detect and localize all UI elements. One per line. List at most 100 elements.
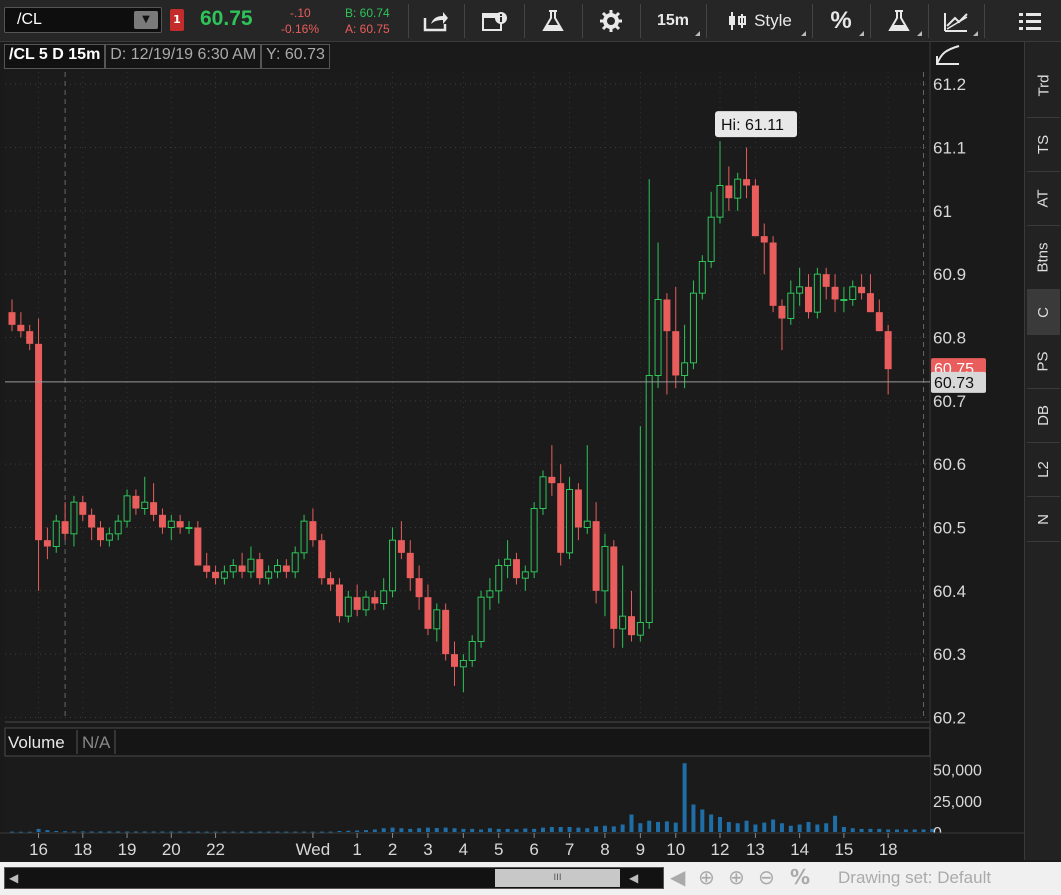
volume-bar [868, 828, 873, 832]
percent-zoom-icon[interactable]: % [790, 865, 810, 889]
style-button[interactable]: Style [710, 4, 808, 38]
candle-body [769, 242, 777, 306]
drawing-set-label[interactable]: Drawing set: Default [838, 868, 991, 888]
symbol-input[interactable]: /CL ▼ [4, 7, 162, 33]
crosshair-zoom-icon[interactable]: ⊕ [698, 865, 715, 889]
info-button[interactable] [470, 4, 520, 38]
volume-bar [576, 827, 581, 832]
side-tab-c[interactable]: C [1027, 290, 1060, 335]
side-tab-l2[interactable]: L2 [1027, 443, 1060, 497]
candle-body [318, 540, 326, 579]
candle [291, 546, 299, 579]
price-tick-label: 60.2 [933, 709, 966, 728]
price-tick-label: 60.9 [933, 265, 966, 284]
candle [97, 521, 104, 547]
scroll-left-icon[interactable]: ◀ [9, 871, 18, 885]
volume-bar [532, 828, 537, 832]
candle [875, 299, 883, 332]
side-tab-btns[interactable]: Btns [1027, 226, 1060, 290]
volume-bar [496, 828, 501, 832]
zoom-in-icon[interactable]: ⊕ [728, 865, 745, 889]
candle-body [26, 331, 34, 344]
candle-body [628, 616, 635, 636]
side-tab-at[interactable]: AT [1027, 172, 1060, 226]
side-tab-n[interactable]: N [1027, 497, 1060, 542]
price-tick-label: 60.5 [933, 519, 966, 538]
candle-body [840, 299, 848, 301]
price-axis-background [930, 42, 1024, 832]
studies-button[interactable] [528, 4, 578, 38]
side-tab-label: N [1035, 513, 1052, 525]
menu-button[interactable] [1010, 4, 1050, 38]
price-tick-label: 61 [933, 202, 952, 221]
candle-body [194, 527, 202, 566]
candle [79, 495, 87, 522]
side-tab-label: L2 [1035, 461, 1052, 478]
candle [592, 502, 600, 604]
candle-body [495, 565, 503, 592]
draw-line-icon-path [936, 45, 960, 65]
price-tick-label: 60.7 [933, 392, 966, 411]
net-change: -.10 [290, 6, 311, 20]
candle-body [415, 578, 423, 598]
volume-bar [417, 828, 422, 832]
volume-bar [762, 822, 767, 832]
timeframe-button[interactable]: 15m [644, 4, 702, 38]
candle [17, 312, 25, 338]
volume-bar [443, 827, 448, 832]
volume-bar [257, 831, 262, 833]
candle-body [35, 343, 43, 541]
candle [681, 324, 689, 389]
volume-value: N/A [82, 733, 111, 752]
candle-body [353, 597, 361, 610]
price-chart[interactable]: Hi: 61.11 61.261.16160.960.860.760.660.5… [0, 0, 1024, 862]
drawings-button[interactable] [932, 4, 980, 38]
time-axis-background [0, 833, 1024, 862]
gear-icon [600, 10, 622, 32]
volume-bar [771, 819, 776, 832]
candle-body [229, 565, 237, 573]
expand-icon[interactable]: ◀ [670, 865, 685, 889]
alert-badge[interactable]: 1 [170, 9, 184, 31]
candle-body [716, 185, 724, 218]
scroll-right-icon[interactable]: ◀ [629, 871, 638, 885]
volume-bar [797, 824, 802, 832]
candle [220, 565, 228, 585]
side-tab-ps[interactable]: PS [1027, 335, 1060, 389]
candle-body [654, 299, 662, 376]
side-tab-ts[interactable]: TS [1027, 118, 1060, 172]
candle-body [442, 609, 450, 655]
volume-bar [310, 831, 315, 833]
share-button[interactable] [412, 4, 460, 38]
candle [495, 559, 503, 604]
volume-bar [611, 826, 616, 832]
candle [371, 590, 379, 610]
price-tick-label: 60.8 [933, 329, 966, 348]
candle-body [362, 596, 370, 611]
candle [858, 274, 866, 300]
flask-icon [542, 10, 564, 31]
scroll-thumb[interactable]: III [495, 869, 620, 887]
chevron-down-icon[interactable]: ▼ [134, 11, 158, 29]
zoom-out-icon[interactable]: ⊖ [758, 865, 775, 889]
candle-body [734, 178, 742, 199]
side-tab-db[interactable]: DB [1027, 389, 1060, 443]
candle [8, 299, 16, 332]
percent-button[interactable]: % [816, 4, 866, 38]
candle-body [504, 558, 512, 567]
side-tab-trd[interactable]: Trd [1027, 54, 1060, 118]
scroll-track[interactable]: ◀ III ◀ [4, 867, 664, 889]
settings-button[interactable] [586, 4, 636, 38]
candle [760, 223, 768, 275]
candle-body [167, 520, 175, 529]
candle [114, 514, 122, 541]
candle-body [43, 540, 51, 547]
studies-menu-button[interactable] [874, 4, 924, 38]
top-toolbar: /CL ▼ 1 60.75 -.10 -0.16% B: 60.74 A: 60… [0, 0, 1061, 42]
candle [751, 179, 759, 237]
candle [451, 641, 458, 686]
candle-body [557, 483, 565, 553]
draw-line-icon-bg [934, 44, 962, 68]
volume-bar [169, 831, 174, 833]
volume-bar [125, 831, 130, 833]
